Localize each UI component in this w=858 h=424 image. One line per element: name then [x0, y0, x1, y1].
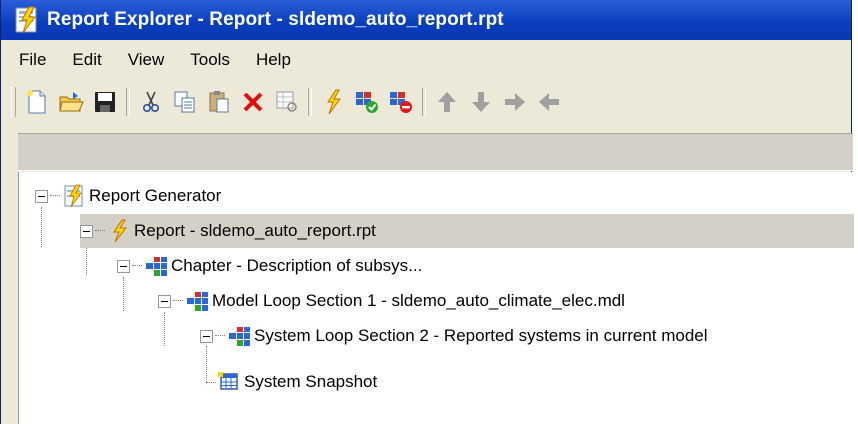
collapse-toggle[interactable] [35, 189, 48, 203]
copy-button[interactable] [168, 85, 202, 119]
demote-button[interactable] [498, 85, 532, 119]
collapse-toggle[interactable] [80, 224, 93, 238]
tree-node-label: Model Loop Section 1 - sldemo_auto_clima… [212, 291, 625, 310]
move-down-icon [472, 92, 490, 112]
toolbar-separator [126, 88, 130, 116]
collapse-toggle[interactable] [158, 294, 171, 308]
title-bar[interactable]: Report Explorer - Report - sldemo_auto_r… [1, 0, 851, 40]
toolbar [1, 80, 851, 124]
tree-node-label: Report Generator [89, 186, 222, 205]
collapse-toggle[interactable] [117, 259, 130, 273]
report-generator-icon [15, 6, 37, 34]
tree-node-chapter[interactable]: Chapter - Description of subsys... [117, 249, 422, 283]
new-icon [27, 90, 46, 114]
tree-node-label: Report - sldemo_auto_report.rpt [134, 221, 376, 240]
save-icon [95, 92, 115, 112]
generate-report-icon [327, 89, 341, 115]
tree-node-system-snapshot[interactable]: System Snapshot [217, 365, 377, 399]
save-button[interactable] [88, 85, 122, 119]
delete-button[interactable] [236, 85, 270, 119]
menu-file[interactable]: File [1, 45, 59, 75]
tree-node-report-generator[interactable]: Report Generator [35, 179, 221, 213]
deactivate-button[interactable] [384, 85, 418, 119]
menu-bar: File Edit View Tools Help [1, 40, 851, 80]
copy-icon [174, 91, 195, 113]
report-icon [113, 219, 128, 243]
move-up-button[interactable] [430, 85, 464, 119]
tree-node-model-loop[interactable]: Model Loop Section 1 - sldemo_auto_clima… [158, 284, 625, 318]
tree-node-label: Chapter - Description of subsys... [171, 256, 423, 275]
new-button[interactable] [20, 85, 54, 119]
cut-icon [143, 91, 160, 113]
window-title: Report Explorer - Report - sldemo_auto_r… [47, 9, 504, 30]
menu-tools[interactable]: Tools [177, 45, 243, 75]
demote-icon [505, 93, 525, 111]
tree-node-label: System Loop Section 2 - Reported systems… [254, 326, 708, 345]
collapse-toggle[interactable] [200, 329, 213, 343]
report-explorer-window: Report Explorer - Report - sldemo_auto_r… [0, 0, 854, 424]
generate-report-button[interactable] [316, 85, 350, 119]
toolbar-separator [308, 88, 312, 116]
toolbar-separator [422, 88, 426, 116]
menu-view[interactable]: View [115, 45, 178, 75]
delete-icon [243, 92, 263, 112]
promote-button[interactable] [532, 85, 566, 119]
deactivate-icon [390, 92, 412, 113]
activate-icon [356, 92, 378, 113]
component-icon [229, 327, 250, 346]
tree-node-system-loop[interactable]: System Loop Section 2 - Reported systems… [200, 319, 708, 353]
tree-node-label: System Snapshot [244, 372, 378, 391]
move-up-icon [438, 92, 456, 112]
properties-icon [276, 91, 297, 112]
promote-icon [539, 93, 559, 111]
cut-button[interactable] [134, 85, 168, 119]
menu-help[interactable]: Help [243, 45, 304, 75]
tree-node-report[interactable]: Report - sldemo_auto_report.rpt [80, 214, 854, 248]
move-down-button[interactable] [464, 85, 498, 119]
open-button[interactable] [54, 85, 88, 119]
report-outline-tree[interactable]: Report Generator Report - sldemo_auto_re… [18, 172, 854, 424]
component-icon [146, 257, 167, 276]
toolbar-grip[interactable] [11, 87, 16, 117]
pane-header [18, 133, 853, 171]
properties-button[interactable] [270, 85, 304, 119]
activate-button[interactable] [350, 85, 384, 119]
snapshot-icon [218, 372, 238, 390]
paste-button[interactable] [202, 85, 236, 119]
paste-icon [209, 91, 229, 113]
report-generator-icon [64, 184, 83, 208]
menu-edit[interactable]: Edit [59, 45, 114, 75]
component-icon [187, 292, 208, 311]
open-icon [59, 92, 84, 112]
